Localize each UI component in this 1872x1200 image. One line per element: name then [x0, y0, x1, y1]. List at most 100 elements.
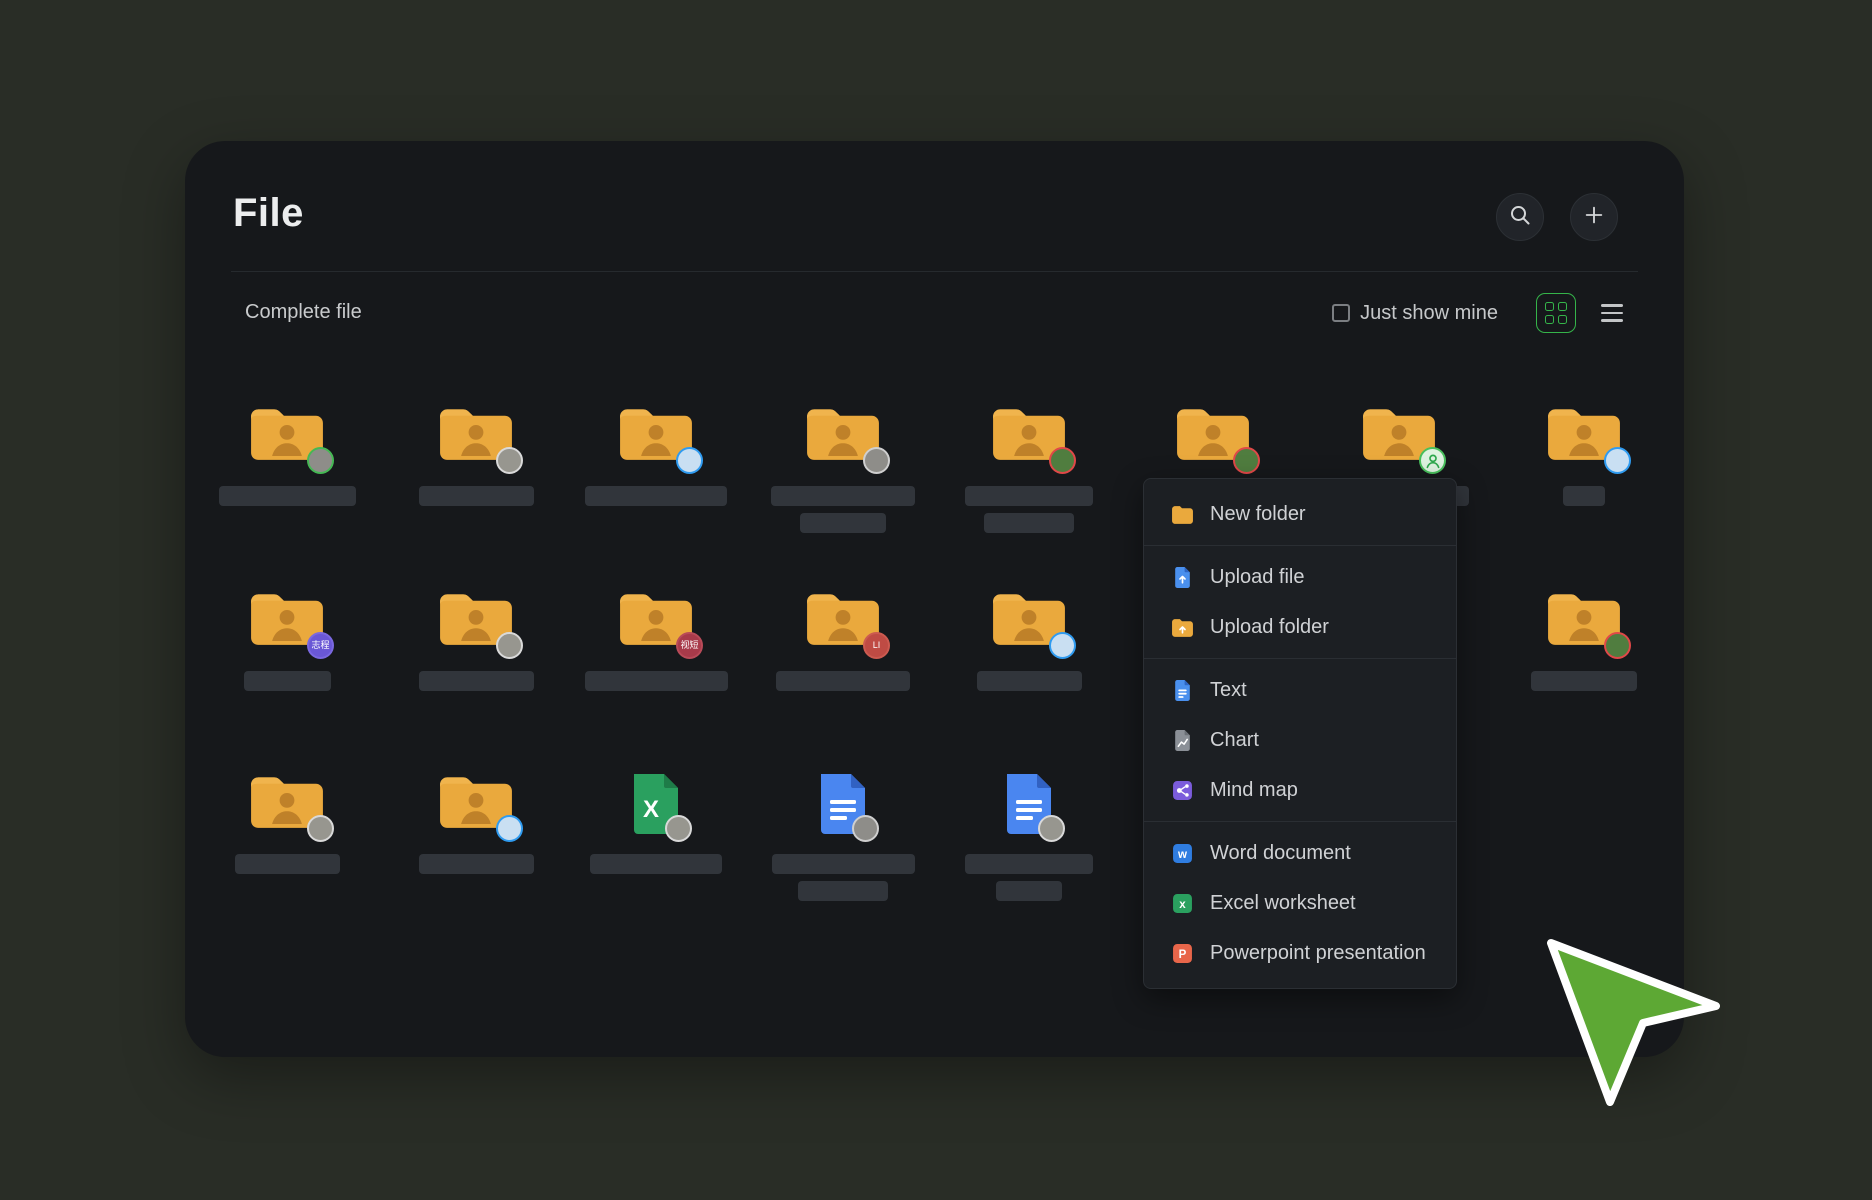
collaborator-avatar: LI	[863, 632, 890, 659]
file-item-folder[interactable]	[1504, 573, 1664, 691]
file-name-placeholder	[798, 881, 888, 901]
file-name-placeholder	[1563, 486, 1605, 506]
menu-group: New folder	[1144, 483, 1456, 545]
folder-icon	[437, 573, 515, 653]
menu-group: Text Chart Mind map	[1144, 659, 1456, 821]
file-item-doc[interactable]	[763, 756, 923, 901]
mind-map-icon	[1170, 780, 1194, 801]
file-name-placeholder	[585, 486, 727, 506]
collaborator-avatar	[496, 447, 523, 474]
file-name-placeholder	[800, 513, 886, 533]
folder-icon	[248, 756, 326, 836]
menu-item-label: Chart	[1210, 729, 1259, 752]
folder-icon	[437, 388, 515, 468]
collaborator-avatar	[1049, 447, 1076, 474]
file-name-placeholder	[585, 671, 728, 691]
file-grid: 志程 视短 LI	[185, 141, 1684, 1057]
folder-icon	[437, 756, 515, 836]
excel-icon: x	[1170, 893, 1194, 914]
folder-icon	[1545, 573, 1623, 653]
file-name-placeholder	[771, 486, 915, 506]
folder-icon	[617, 388, 695, 468]
menu-item-label: Mind map	[1210, 779, 1298, 802]
menu-item-upload-folder[interactable]: Upload folder	[1144, 602, 1456, 652]
folder-icon	[990, 573, 1068, 653]
menu-item-label: Powerpoint presentation	[1210, 942, 1426, 965]
file-name-placeholder	[1531, 671, 1637, 691]
menu-item-mind-map[interactable]: Mind map	[1144, 765, 1456, 815]
file-item-folder[interactable]	[1504, 388, 1664, 506]
file-manager-window: File Complete file Just show mine	[185, 141, 1684, 1057]
collaborator-avatar	[307, 815, 334, 842]
collaborator-avatar	[496, 815, 523, 842]
file-item-folder[interactable]	[396, 573, 556, 691]
text-icon	[1170, 679, 1194, 702]
folder-icon: LI	[804, 573, 882, 653]
folder-icon: 志程	[248, 573, 326, 653]
file-name-placeholder	[219, 486, 356, 506]
file-item-doc[interactable]	[949, 756, 1109, 901]
menu-item-excel-worksheet[interactable]: x Excel worksheet	[1144, 878, 1456, 928]
collaborator-avatar	[1604, 447, 1631, 474]
file-item-folder[interactable]: 志程	[207, 573, 367, 691]
collaborator-avatar	[863, 447, 890, 474]
svg-text:w: w	[1177, 849, 1187, 861]
file-item-folder[interactable]	[396, 756, 556, 874]
menu-item-upload-file[interactable]: Upload file	[1144, 552, 1456, 602]
file-name-placeholder	[419, 671, 534, 691]
file-name-placeholder	[590, 854, 722, 874]
file-item-folder[interactable]	[949, 388, 1109, 533]
folder-icon: 视短	[617, 573, 695, 653]
file-item-folder[interactable]: 视短	[576, 573, 736, 691]
file-item-folder[interactable]	[396, 388, 556, 506]
file-name-placeholder	[244, 671, 331, 691]
folder-icon	[1360, 388, 1438, 468]
collaborator-avatar	[496, 632, 523, 659]
folder-icon	[804, 388, 882, 468]
upload-file-icon	[1170, 566, 1194, 589]
menu-item-powerpoint-presentation[interactable]: P Powerpoint presentation	[1144, 928, 1456, 978]
collaborator-avatar	[1233, 447, 1260, 474]
doc-icon	[815, 756, 871, 836]
file-item-folder[interactable]	[763, 388, 923, 533]
file-item-folder[interactable]	[207, 388, 367, 506]
file-item-folder[interactable]: LI	[763, 573, 923, 691]
file-name-placeholder	[996, 881, 1062, 901]
svg-text:x: x	[1179, 899, 1186, 911]
file-name-placeholder	[419, 854, 534, 874]
collaborator-avatar	[1049, 632, 1076, 659]
svg-text:X: X	[643, 796, 659, 823]
collaborator-avatar	[307, 447, 334, 474]
file-item-folder[interactable]	[949, 573, 1109, 691]
collaborator-avatar	[852, 815, 879, 842]
folder-icon	[990, 388, 1068, 468]
file-name-placeholder	[235, 854, 340, 874]
menu-group: w Word document x Excel worksheet P Powerpo…	[1144, 822, 1456, 984]
menu-item-chart[interactable]: Chart	[1144, 715, 1456, 765]
folder-icon	[1174, 388, 1252, 468]
menu-item-new-folder[interactable]: New folder	[1144, 489, 1456, 539]
menu-item-text[interactable]: Text	[1144, 665, 1456, 715]
svg-text:P: P	[1178, 949, 1186, 961]
powerpoint-icon: P	[1170, 943, 1194, 964]
menu-item-label: Upload file	[1210, 566, 1305, 589]
collaborator-avatar	[676, 447, 703, 474]
menu-item-label: New folder	[1210, 503, 1306, 526]
file-name-placeholder	[965, 854, 1093, 874]
menu-item-label: Excel worksheet	[1210, 892, 1356, 915]
context-menu: New folder Upload file Upload folder Tex…	[1143, 478, 1457, 989]
menu-item-word-document[interactable]: w Word document	[1144, 828, 1456, 878]
menu-item-label: Word document	[1210, 842, 1351, 865]
chart-icon	[1170, 729, 1194, 752]
menu-item-label: Upload folder	[1210, 616, 1329, 639]
file-name-placeholder	[965, 486, 1093, 506]
file-item-folder[interactable]	[576, 388, 736, 506]
new-folder-icon	[1170, 505, 1194, 524]
file-name-placeholder	[772, 854, 915, 874]
file-item-excel[interactable]: X	[576, 756, 736, 874]
file-item-folder[interactable]	[207, 756, 367, 874]
collaborator-avatar: 志程	[307, 632, 334, 659]
folder-icon	[248, 388, 326, 468]
file-name-placeholder	[776, 671, 910, 691]
menu-item-label: Text	[1210, 679, 1247, 702]
